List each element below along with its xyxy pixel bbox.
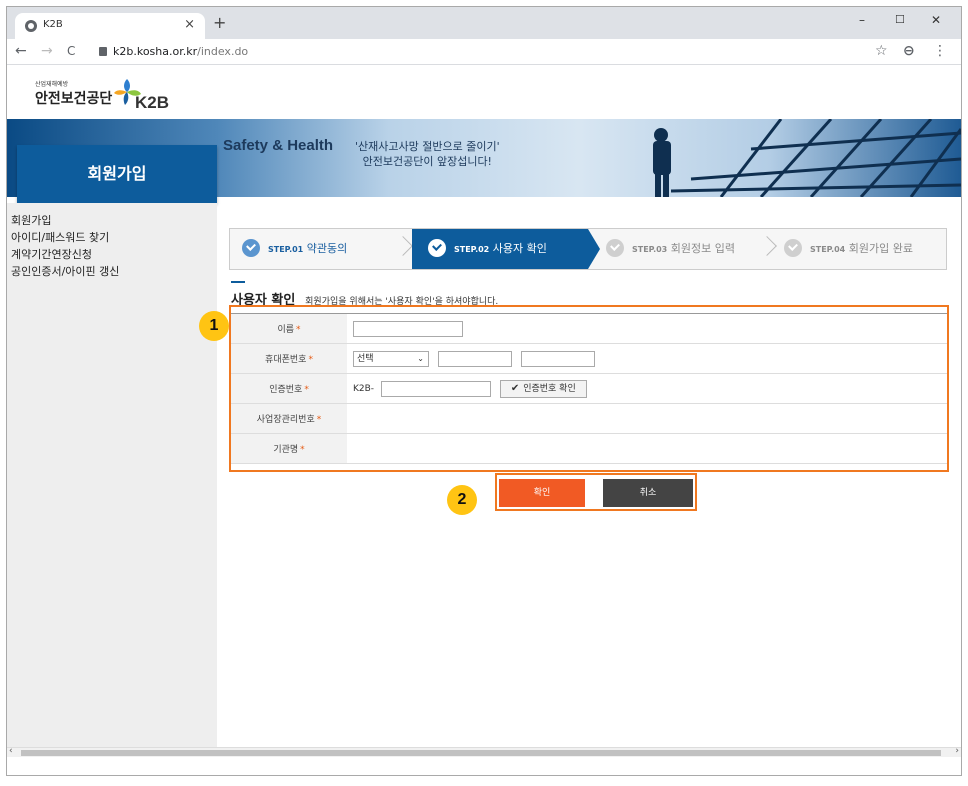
kosha-logo[interactable]: 산업재해예방 안전보건공단 K2B xyxy=(35,79,169,112)
browser-window: K2B × + – ☐ ✕ ← → C k2b.kosha.or.kr/inde… xyxy=(6,6,962,776)
url-path: /index.do xyxy=(197,45,249,58)
tab-bar: K2B × + – ☐ ✕ xyxy=(7,7,961,39)
step-1-num: STEP.01 xyxy=(268,245,304,254)
callout-badge-2: 2 xyxy=(447,485,477,515)
step-3-label: 회원정보 입력 xyxy=(670,242,735,255)
confirm-button[interactable]: 확인 xyxy=(499,479,585,507)
required-mark: * xyxy=(300,445,305,455)
page-title: 회원가입 xyxy=(17,145,217,203)
back-icon[interactable]: ← xyxy=(15,43,27,59)
active-step-arrow xyxy=(588,229,600,269)
address-bar[interactable]: k2b.kosha.or.kr/index.do xyxy=(99,45,248,58)
auth-prefix: K2B- xyxy=(353,383,375,394)
verify-auth-button[interactable]: ✔ 인증번호 확인 xyxy=(499,379,587,398)
url-host: k2b.kosha.or.kr xyxy=(113,45,198,58)
verify-auth-label: 인증번호 확인 xyxy=(523,383,576,394)
scroll-right-icon[interactable]: › xyxy=(955,746,959,756)
step-2-num: STEP.02 xyxy=(454,245,490,254)
check-circle-icon xyxy=(428,239,446,257)
bizno-value xyxy=(347,403,947,434)
step-4: STEP.04 회원가입 완료 xyxy=(784,229,946,269)
phone-label: 휴대폰번호 xyxy=(265,355,307,365)
phone-middle-input[interactable] xyxy=(437,350,512,367)
new-tab-icon[interactable]: + xyxy=(213,13,226,32)
step-3-num: STEP.03 xyxy=(632,245,668,254)
tab-title: K2B xyxy=(43,19,63,30)
form-row-bizno: 사업장관리번호 * xyxy=(231,403,947,434)
check-icon: ✔ xyxy=(510,382,520,394)
form-row-phone: 휴대폰번호 * 선택 ⌄ xyxy=(231,343,947,374)
required-mark: * xyxy=(304,385,309,395)
required-mark: * xyxy=(296,325,301,335)
step-indicator: STEP.01 약관동의 STEP.02 사용자 확인 STEP.03 회원정보… xyxy=(229,228,947,270)
horizontal-scrollbar[interactable]: ‹ › xyxy=(7,746,961,757)
slogan-line-1: '산재사고사망 절반으로 줄이기' xyxy=(355,140,500,153)
verify-form: 이름 * 휴대폰번호 * 선택 ⌄ 인증번호 * K2B- ✔ 인증번호 확인 … xyxy=(229,305,949,472)
chevron-down-icon: ⌄ xyxy=(417,353,424,363)
scroll-left-icon[interactable]: ‹ xyxy=(9,746,13,756)
lock-icon xyxy=(99,47,107,56)
step-3: STEP.03 회원정보 입력 xyxy=(606,229,776,269)
account-icon[interactable]: ⊖ xyxy=(903,43,915,59)
site-header: 산업재해예방 안전보건공단 K2B xyxy=(7,65,961,119)
check-circle-icon xyxy=(242,239,260,257)
required-mark: * xyxy=(308,355,313,365)
section-bar xyxy=(231,281,245,283)
scrollbar-thumb[interactable] xyxy=(21,750,941,756)
callout-badge-1: 1 xyxy=(199,311,229,341)
phone-select-value: 선택 xyxy=(357,353,374,364)
form-row-auth: 인증번호 * K2B- ✔ 인증번호 확인 xyxy=(231,373,947,404)
logo-subtitle: 산업재해예방 xyxy=(35,81,69,88)
step-2-label: 사용자 확인 xyxy=(492,242,547,255)
auth-label: 인증번호 xyxy=(269,385,303,395)
browser-toolbar: ← → C k2b.kosha.or.kr/index.do ☆ ⊖ ⋮ xyxy=(7,39,961,65)
browser-menu-icon[interactable]: ⋮ xyxy=(933,43,947,59)
sidebar-item-find-id[interactable]: 아이디/패스워드 찾기 xyxy=(7,229,217,246)
form-row-name: 이름 * xyxy=(231,313,947,344)
org-label: 기관명 xyxy=(273,445,299,455)
phone-prefix-select[interactable]: 선택 ⌄ xyxy=(353,350,429,367)
cancel-button[interactable]: 취소 xyxy=(603,479,693,507)
web-page: 산업재해예방 안전보건공단 K2B Safety & Health '산재사고사… xyxy=(7,65,961,757)
step-2: STEP.02 사용자 확인 xyxy=(412,229,588,269)
globe-icon xyxy=(25,20,37,32)
sidebar: 회원가입 아이디/패스워드 찾기 계약기간연장신청 공인인증서/아이핀 갱신 xyxy=(7,203,217,757)
check-circle-icon xyxy=(784,239,802,257)
auth-code-input[interactable] xyxy=(380,380,491,397)
forward-icon[interactable]: → xyxy=(41,43,53,59)
banner-title: Safety & Health xyxy=(223,137,334,154)
step-1-label: 약관동의 xyxy=(306,242,348,255)
logo-org-name: 안전보건공단 xyxy=(35,91,113,107)
logo-brand: K2B xyxy=(135,93,170,112)
form-row-org: 기관명 * xyxy=(231,433,947,464)
close-window-icon[interactable]: ✕ xyxy=(931,13,941,27)
org-value xyxy=(347,433,947,464)
step-4-num: STEP.04 xyxy=(810,245,846,254)
minimize-icon[interactable]: – xyxy=(859,13,865,27)
check-circle-icon xyxy=(606,239,624,257)
close-tab-icon[interactable]: × xyxy=(184,17,195,32)
bizno-label: 사업장관리번호 xyxy=(256,415,315,425)
phone-last-input[interactable] xyxy=(520,350,595,367)
step-4-label: 회원가입 완료 xyxy=(848,242,913,255)
maximize-icon[interactable]: ☐ xyxy=(895,13,905,26)
browser-tab[interactable]: K2B × xyxy=(15,13,205,39)
form-actions: 확인 취소 xyxy=(495,473,697,511)
slogan-line-2: 안전보건공단이 앞장섭니다! xyxy=(362,155,492,168)
sidebar-item-contract-extension[interactable]: 계약기간연장신청 xyxy=(7,246,217,263)
sidebar-item-certificate-renewal[interactable]: 공인인증서/아이핀 갱신 xyxy=(7,263,217,280)
step-1: STEP.01 약관동의 xyxy=(242,229,412,269)
banner-slogan: '산재사고사망 절반으로 줄이기' 안전보건공단이 앞장섭니다! xyxy=(355,139,500,169)
bookmark-star-icon[interactable]: ☆ xyxy=(875,43,888,59)
name-label: 이름 xyxy=(277,325,295,335)
reload-icon[interactable]: C xyxy=(67,44,75,58)
required-mark: * xyxy=(316,415,322,425)
sidebar-item-join[interactable]: 회원가입 xyxy=(7,212,217,229)
worker-scaffold-image xyxy=(653,119,961,197)
name-input[interactable] xyxy=(353,320,463,337)
